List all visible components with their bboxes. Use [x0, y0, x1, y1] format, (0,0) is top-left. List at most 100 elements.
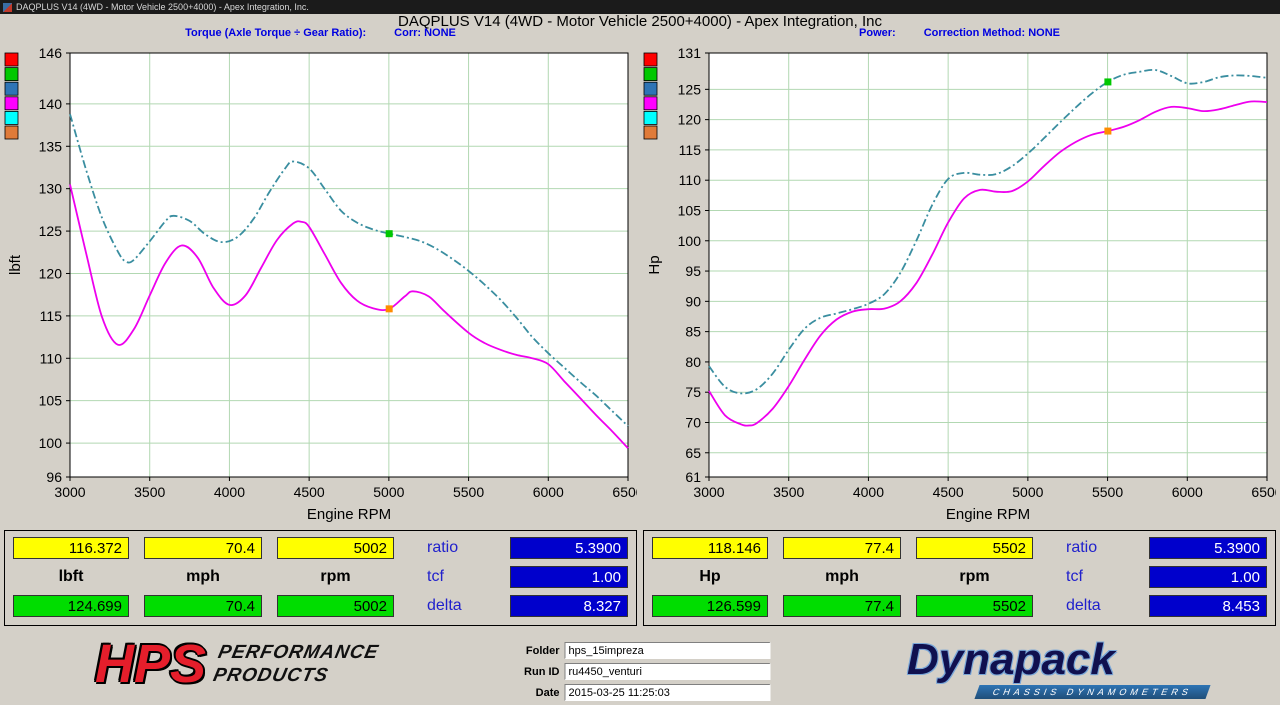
svg-text:6000: 6000 — [533, 484, 564, 500]
date-label: Date — [510, 687, 560, 699]
torque-unit-label: lbft — [59, 568, 84, 586]
cursor-marker — [386, 305, 393, 312]
cursor-marker — [1104, 78, 1111, 85]
torque-run-value: 116.372 — [13, 537, 129, 559]
svg-text:110: 110 — [40, 350, 63, 366]
power-unit-label: Hp — [699, 568, 720, 586]
svg-text:5000: 5000 — [1012, 484, 1043, 500]
legend-swatch — [644, 68, 657, 81]
svg-text:65: 65 — [685, 445, 701, 461]
svg-text:5500: 5500 — [1092, 484, 1123, 500]
svg-text:90: 90 — [685, 293, 701, 309]
legend-swatch — [5, 82, 18, 95]
svg-text:140: 140 — [39, 96, 63, 112]
power-readout: 118.146 77.4 5502 ratio 5.3900 Hp mph rp… — [643, 530, 1276, 626]
svg-text:6000: 6000 — [1172, 484, 1203, 500]
power-header-label: Power: — [859, 27, 896, 41]
svg-text:105: 105 — [39, 393, 63, 409]
run-id-label: Run ID — [510, 666, 560, 678]
svg-text:5000: 5000 — [373, 484, 404, 500]
run-id-field-row: Run ID — [510, 663, 771, 680]
hps-logo-text: HPS — [95, 634, 206, 694]
torque-ratio-label: ratio — [409, 539, 495, 557]
dynapack-logo-subtext: CHASSIS DYNAMOMETERS — [974, 685, 1210, 699]
svg-text:70: 70 — [685, 414, 701, 430]
hps-logo: HPS PERFORMANCE PRODUCTS — [95, 634, 376, 694]
svg-text:Hp: Hp — [646, 255, 663, 274]
power-tcf-value: 1.00 — [1149, 566, 1267, 588]
torque-comparison-mph: 70.4 — [144, 595, 262, 617]
app-icon — [3, 3, 12, 12]
torque-panel: Torque (Axle Torque ÷ Gear Ratio): Corr:… — [4, 27, 637, 626]
svg-text:100: 100 — [39, 435, 63, 451]
dynapack-logo: Dynapack CHASSIS DYNAMOMETERS — [907, 638, 1208, 700]
svg-text:131: 131 — [678, 45, 702, 61]
window-title: DAQPLUS V14 (4WD - Motor Vehicle 2500+40… — [16, 2, 309, 12]
legend-swatch — [644, 82, 657, 95]
power-mph-label: mph — [825, 568, 859, 586]
svg-text:lbft: lbft — [7, 254, 24, 275]
svg-text:85: 85 — [685, 324, 701, 340]
torque-rpm-label: rpm — [320, 568, 350, 586]
power-chart[interactable]: 3000350040004500500055006000650061657075… — [643, 41, 1276, 525]
torque-tcf-value: 1.00 — [510, 566, 628, 588]
folder-label: Folder — [510, 645, 560, 657]
folder-input[interactable] — [565, 642, 771, 659]
svg-text:4000: 4000 — [214, 484, 245, 500]
svg-text:4000: 4000 — [853, 484, 884, 500]
date-input[interactable] — [565, 684, 771, 701]
svg-text:95: 95 — [685, 263, 701, 279]
svg-text:105: 105 — [678, 202, 702, 218]
power-ratio-value: 5.3900 — [1149, 537, 1267, 559]
torque-tcf-label: tcf — [409, 568, 495, 586]
torque-run-mph: 70.4 — [144, 537, 262, 559]
torque-comparison-rpm: 5002 — [277, 595, 394, 617]
torque-correction-label: Corr: NONE — [394, 27, 456, 41]
date-field-row: Date — [510, 684, 771, 701]
legend-swatch — [5, 126, 18, 139]
power-run-rpm: 5502 — [916, 537, 1033, 559]
svg-text:Engine RPM: Engine RPM — [307, 506, 391, 523]
torque-run-rpm: 5002 — [277, 537, 394, 559]
cursor-marker — [386, 230, 393, 237]
svg-text:4500: 4500 — [933, 484, 964, 500]
svg-text:100: 100 — [678, 233, 702, 249]
torque-ratio-value: 5.3900 — [510, 537, 628, 559]
svg-text:80: 80 — [685, 354, 701, 370]
svg-text:135: 135 — [39, 138, 63, 154]
svg-text:3500: 3500 — [773, 484, 804, 500]
svg-text:6500: 6500 — [612, 484, 637, 500]
plot-background — [70, 53, 628, 477]
torque-chart[interactable]: 3000350040004500500055006000650096100105… — [4, 41, 637, 525]
power-rpm-label: rpm — [959, 568, 989, 586]
run-id-input[interactable] — [565, 663, 771, 680]
torque-chart-header: Torque (Axle Torque ÷ Gear Ratio): Corr:… — [4, 27, 637, 41]
svg-text:115: 115 — [40, 308, 63, 324]
legend-swatch — [644, 53, 657, 66]
torque-comparison-value: 124.699 — [13, 595, 129, 617]
svg-text:6500: 6500 — [1251, 484, 1276, 500]
svg-text:115: 115 — [679, 142, 702, 158]
legend-swatch — [644, 126, 657, 139]
legend-swatch — [5, 53, 18, 66]
torque-delta-value: 8.327 — [510, 595, 628, 617]
svg-text:120: 120 — [678, 112, 702, 128]
power-chart-header: Power: Correction Method: NONE — [643, 27, 1276, 41]
torque-header-label: Torque (Axle Torque ÷ Gear Ratio): — [185, 27, 366, 41]
plot-background — [709, 53, 1267, 477]
window-titlebar[interactable]: DAQPLUS V14 (4WD - Motor Vehicle 2500+40… — [0, 0, 1280, 14]
svg-text:3000: 3000 — [693, 484, 724, 500]
cursor-marker — [1104, 128, 1111, 135]
svg-text:96: 96 — [46, 469, 62, 485]
svg-text:110: 110 — [679, 172, 702, 188]
power-run-value: 118.146 — [652, 537, 768, 559]
power-tcf-label: tcf — [1048, 568, 1134, 586]
svg-text:130: 130 — [39, 181, 63, 197]
power-comparison-rpm: 5502 — [916, 595, 1033, 617]
power-delta-value: 8.453 — [1149, 595, 1267, 617]
footer: HPS PERFORMANCE PRODUCTS Folder Run ID D… — [0, 634, 1280, 702]
power-delta-label: delta — [1048, 597, 1134, 615]
svg-text:4500: 4500 — [294, 484, 325, 500]
svg-text:Engine RPM: Engine RPM — [946, 506, 1030, 523]
torque-readout: 116.372 70.4 5002 ratio 5.3900 lbft mph … — [4, 530, 637, 626]
